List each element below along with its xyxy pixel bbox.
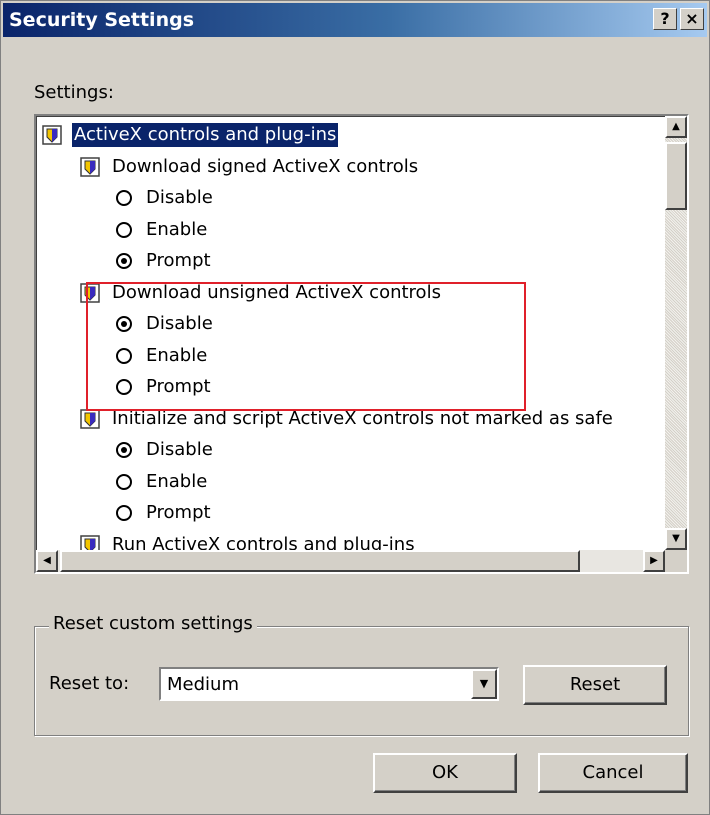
vertical-scrollbar[interactable]: ▲ ▼ [665,116,687,550]
radio-unchecked-icon[interactable] [116,190,132,206]
hscroll-thumb[interactable] [60,550,580,572]
radio-checked-icon[interactable] [116,253,132,269]
horizontal-scrollbar[interactable]: ◀ ▶ [36,550,665,572]
dropdown-arrow-icon[interactable]: ▼ [471,669,497,699]
cancel-button[interactable]: Cancel [538,753,688,793]
tree-item-label: Prompt [146,250,211,271]
scroll-right-arrow-icon[interactable]: ▶ [643,550,665,572]
radio-unchecked-icon[interactable] [116,221,132,238]
tree-item-label: Enable [146,470,208,492]
tree-item-label: ActiveX controls and plug-ins [70,122,340,148]
annotation-highlight-box [86,282,526,411]
radio-unchecked-icon[interactable] [116,505,132,521]
radio-checked-icon[interactable] [116,442,132,458]
title-bar[interactable]: Security Settings ? × [3,3,707,37]
reset-button[interactable]: Reset [523,665,667,705]
reset-group-legend: Reset custom settings [49,613,257,634]
reset-to-value: Medium [167,674,239,695]
scroll-down-arrow-icon[interactable]: ▼ [665,528,687,550]
reset-to-label: Reset to: [49,673,130,694]
close-button[interactable]: × [680,8,704,30]
tree-item-label: Enable [146,218,208,240]
help-button[interactable]: ? [653,8,677,30]
window-title: Security Settings [9,9,195,31]
tree-item-label: Disable [146,187,213,208]
security-settings-dialog: Security Settings ? × Settings: ActiveX … [0,0,710,815]
tree-item-label: Prompt [146,502,211,523]
security-setting-icon [80,408,100,429]
scroll-thumb[interactable] [665,142,687,210]
settings-label: Settings: [34,82,114,103]
security-setting-icon [42,125,62,145]
radio-unchecked-icon[interactable] [116,473,132,490]
scroll-up-arrow-icon[interactable]: ▲ [665,116,687,138]
reset-to-select[interactable]: Medium ▼ [159,667,499,701]
scroll-corner [665,550,687,572]
scroll-left-arrow-icon[interactable]: ◀ [36,550,58,572]
tree-item-label: Download signed ActiveX controls [112,155,419,177]
ok-button[interactable]: OK [373,753,517,793]
security-setting-icon [80,156,100,177]
tree-item-label: Disable [146,439,213,460]
